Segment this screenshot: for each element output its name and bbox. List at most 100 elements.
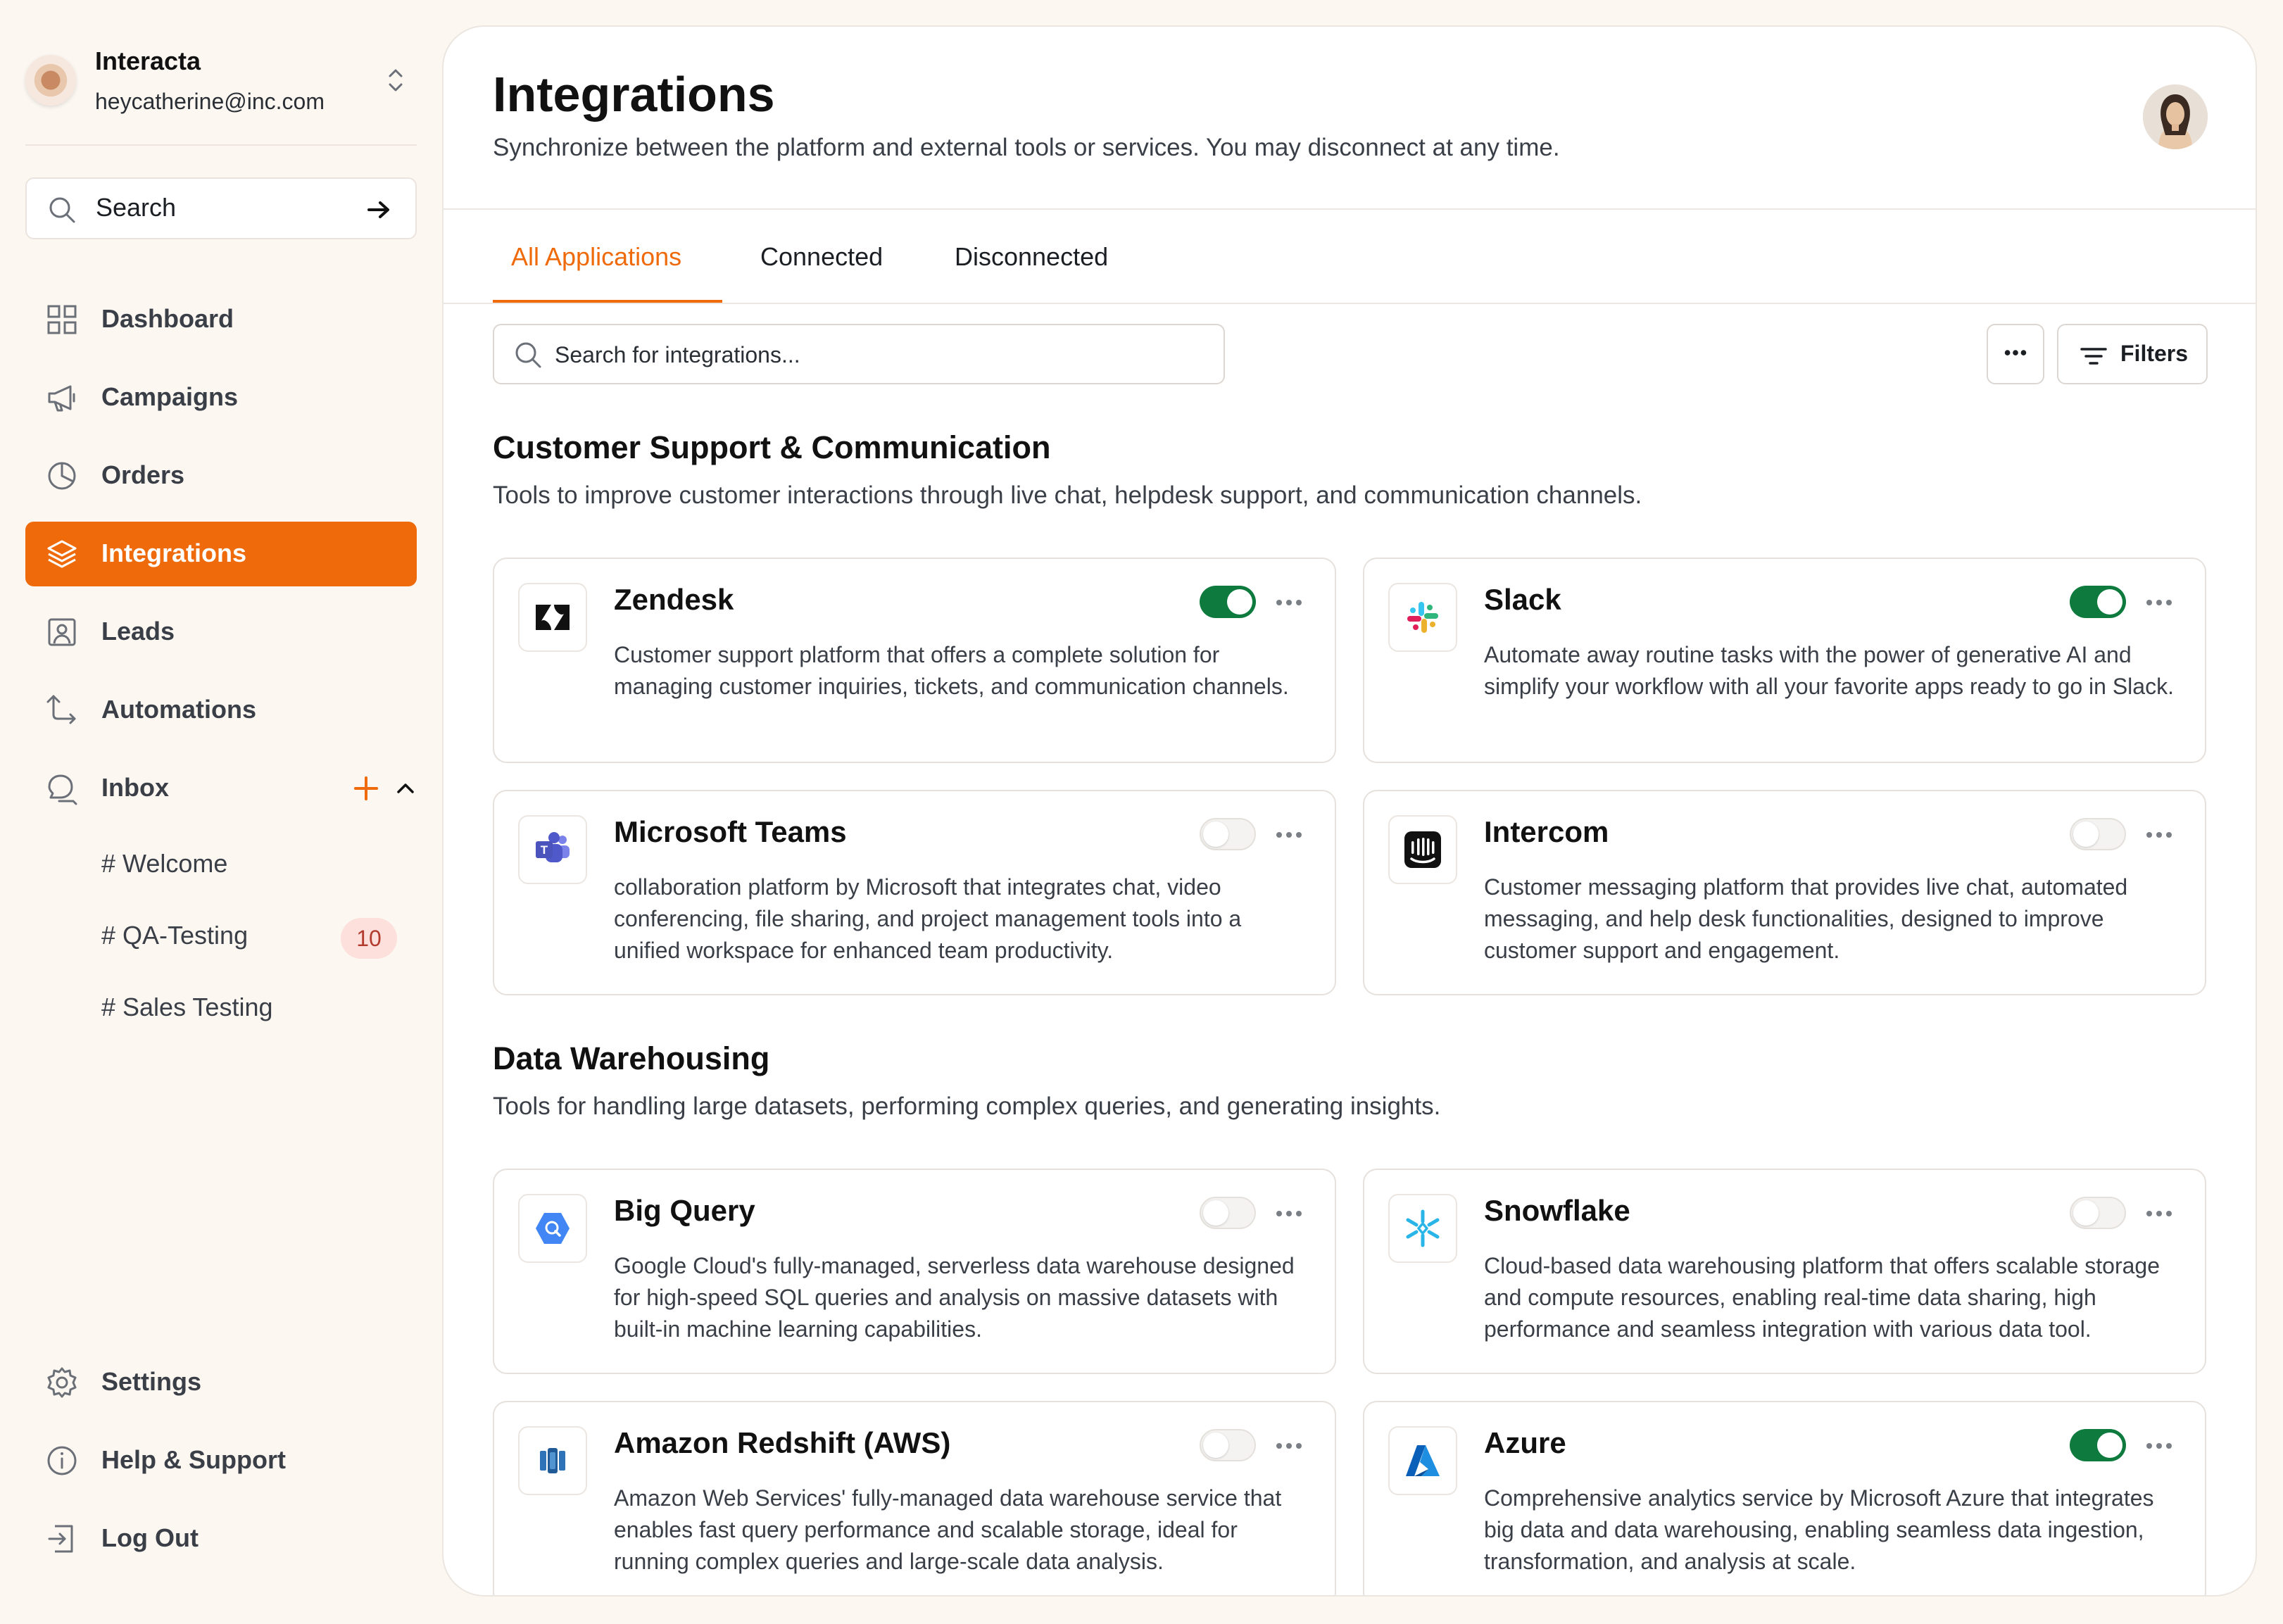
nav-label-orders: Orders	[101, 460, 185, 489]
more-horizontal-icon[interactable]	[2143, 1200, 2175, 1228]
nav-item-log-out[interactable]: Log Out	[25, 1506, 417, 1571]
tab-connected[interactable]: Connected	[760, 210, 883, 304]
integration-name: Zendesk	[614, 583, 734, 616]
integration-toggle[interactable]	[2070, 586, 2126, 618]
nav-label-log-out: Log Out	[101, 1523, 199, 1552]
more-horizontal-icon[interactable]	[2143, 588, 2175, 617]
more-options-button[interactable]	[1987, 324, 2044, 384]
snowflake-logo	[1388, 1194, 1457, 1263]
user-portrait-icon	[2143, 84, 2208, 149]
integration-toggle[interactable]	[1200, 1429, 1256, 1461]
integration-toggle[interactable]	[2070, 1197, 2126, 1229]
integration-toggle[interactable]	[1200, 818, 1256, 850]
arrow-right-icon[interactable]	[363, 194, 394, 225]
toggle-knob	[2073, 1200, 2099, 1226]
sidebar: Interacta heycatherine@inc.com Search Da…	[0, 0, 442, 1624]
search-icon	[515, 342, 541, 368]
nav-item-automations[interactable]: Automations	[25, 678, 417, 743]
header-divider	[444, 208, 2256, 210]
integration-toggle[interactable]	[2070, 818, 2126, 850]
nav-item-settings[interactable]: Settings	[25, 1350, 417, 1415]
svg-text:T: T	[541, 843, 548, 857]
sidebar-search[interactable]: Search	[25, 177, 417, 239]
integration-card-zendesk: Zendesk Customer support platform that o…	[493, 558, 1336, 763]
intercom-icon	[1404, 831, 1441, 868]
more-horizontal-icon[interactable]	[1273, 1432, 1305, 1460]
integration-toggle[interactable]	[2070, 1429, 2126, 1461]
filters-label: Filters	[2120, 341, 2189, 366]
integration-description: Google Cloud's fully-managed, serverless…	[614, 1253, 1295, 1342]
layers-icon	[47, 540, 77, 568]
more-horizontal-icon[interactable]	[1273, 1200, 1305, 1228]
toggle-knob	[1203, 1433, 1228, 1458]
integration-card-intercom: Intercom Customer messaging platform tha…	[1363, 790, 2206, 995]
nav-label-integrations: Integrations	[101, 539, 247, 567]
filters-button[interactable]: Filters	[2057, 324, 2208, 384]
nav-item-campaigns[interactable]: Campaigns	[25, 365, 417, 430]
search-icon	[49, 197, 75, 223]
big-query-icon	[536, 1213, 570, 1244]
integrations-search[interactable]	[493, 324, 1225, 384]
integration-card-slack: Slack Automate away routine tasks with t…	[1363, 558, 2206, 763]
more-horizontal-icon[interactable]	[1273, 588, 1305, 617]
nav-label-campaigns: Campaigns	[101, 382, 239, 411]
nav-item-integrations[interactable]: Integrations	[25, 522, 417, 586]
integration-name: Amazon Redshift (AWS)	[614, 1426, 951, 1459]
integration-toggle[interactable]	[1200, 1197, 1256, 1229]
gear-icon	[47, 1367, 77, 1398]
integration-card-big-query: Big Query Google Cloud's fully-managed, …	[493, 1169, 1336, 1374]
integration-name: Big Query	[614, 1194, 755, 1227]
nav-item-dashboard[interactable]: Dashboard	[25, 287, 417, 352]
nav-label-help-support: Help & Support	[101, 1445, 286, 1474]
slack-logo	[1388, 583, 1457, 652]
integrations-search-input[interactable]	[553, 332, 1190, 377]
channel-welcome[interactable]: # Welcome	[101, 849, 227, 879]
nav-item-help-support[interactable]: Help & Support	[25, 1428, 417, 1493]
microsoft-teams-icon: T	[536, 832, 570, 862]
logout-icon	[48, 1525, 73, 1553]
channel-sales-testing[interactable]: # Sales Testing	[101, 993, 273, 1022]
account-switcher[interactable]: Interacta heycatherine@inc.com	[25, 42, 417, 120]
zendesk-icon	[536, 605, 570, 630]
add-channel-icon[interactable]	[351, 772, 382, 805]
chat-icon	[48, 774, 77, 805]
chevron-up-down-icon[interactable]	[382, 63, 410, 97]
nav-label-settings: Settings	[101, 1367, 202, 1396]
tab-disconnected[interactable]: Disconnected	[955, 210, 1108, 304]
sidebar-divider	[25, 144, 417, 146]
nav-label-leads: Leads	[101, 617, 175, 646]
tab-all-applications[interactable]: All Applications	[511, 210, 681, 304]
section-title: Customer Support & Communication	[493, 429, 1051, 465]
filter-icon	[2080, 348, 2107, 365]
integration-name: Slack	[1484, 583, 1561, 616]
integration-description: collaboration platform by Microsoft that…	[614, 874, 1242, 963]
snowflake-icon	[1406, 1209, 1440, 1247]
more-horizontal-icon[interactable]	[2143, 821, 2175, 849]
slack-icon	[1407, 602, 1438, 633]
page-title: Integrations	[493, 67, 775, 122]
big-query-logo	[518, 1194, 587, 1263]
account-email: heycatherine@inc.com	[95, 89, 325, 114]
info-icon	[47, 1446, 77, 1475]
user-avatar[interactable]	[2143, 84, 2208, 149]
toggle-knob	[1203, 822, 1228, 847]
integration-toggle[interactable]	[1200, 586, 1256, 618]
sidebar-search-label: Search	[96, 193, 177, 222]
channel-qa-testing[interactable]: # QA-Testing	[101, 921, 248, 950]
integration-name: Azure	[1484, 1426, 1566, 1459]
nav-item-inbox[interactable]: Inbox	[25, 756, 417, 821]
zendesk-logo	[518, 583, 587, 652]
more-horizontal-icon[interactable]	[1273, 821, 1305, 849]
toggle-knob	[2097, 1433, 2122, 1458]
integration-description: Cloud-based data warehousing platform th…	[1484, 1253, 2160, 1342]
nav-item-leads[interactable]: Leads	[25, 600, 417, 665]
contact-icon	[48, 618, 76, 646]
integration-card-azure: Azure Comprehensive analytics service by…	[1363, 1401, 2206, 1595]
pie-chart-icon	[48, 462, 76, 490]
amazon-redshift-logo	[518, 1426, 587, 1495]
integration-name: Intercom	[1484, 815, 1609, 848]
integration-name: Microsoft Teams	[614, 815, 847, 848]
chevron-up-icon[interactable]	[391, 774, 420, 802]
nav-item-orders[interactable]: Orders	[25, 443, 417, 508]
more-horizontal-icon[interactable]	[2143, 1432, 2175, 1460]
